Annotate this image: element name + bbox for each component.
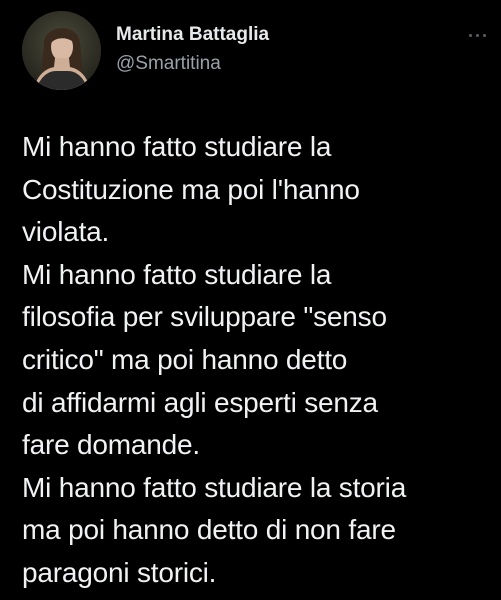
avatar[interactable] <box>22 11 101 90</box>
tweet-text-line: violata. <box>22 216 110 248</box>
tweet-text-line: Mi hanno fatto studiare la <box>22 131 332 162</box>
dot <box>469 33 472 37</box>
tweet-card: Martina Battaglia @Smartitina Mi hanno f… <box>0 0 501 600</box>
tweet-text-line: Mi hanno fatto studiare la storia <box>22 471 407 503</box>
tweet-text-line: filosofia per sviluppare "senso <box>22 301 387 333</box>
tweet-text-line: Mi hanno fatto studiare la <box>22 258 332 290</box>
author-display-name[interactable]: Martina Battaglia <box>116 24 269 46</box>
tweet-text-line: Costituzione ma poi l'hanno <box>22 173 360 205</box>
tweet-text-line: di affidarmi agli esperti senza <box>22 386 378 418</box>
tweet-text-line: critico" ma poi hanno detto <box>22 343 348 375</box>
tweet-text-line: paragoni storici. <box>22 556 217 588</box>
tweet-text-line: ma poi hanno detto di non fare <box>22 514 396 546</box>
tweet-text: Mi hanno fatto studiare la Costituzione … <box>22 126 492 595</box>
profile-photo-icon <box>22 11 101 90</box>
tweet-text-line: fare domande. <box>22 429 200 461</box>
dot <box>483 33 486 37</box>
dot <box>476 33 479 37</box>
more-dots-icon[interactable] <box>469 30 493 40</box>
author-handle[interactable]: @Smartitina <box>116 53 221 75</box>
